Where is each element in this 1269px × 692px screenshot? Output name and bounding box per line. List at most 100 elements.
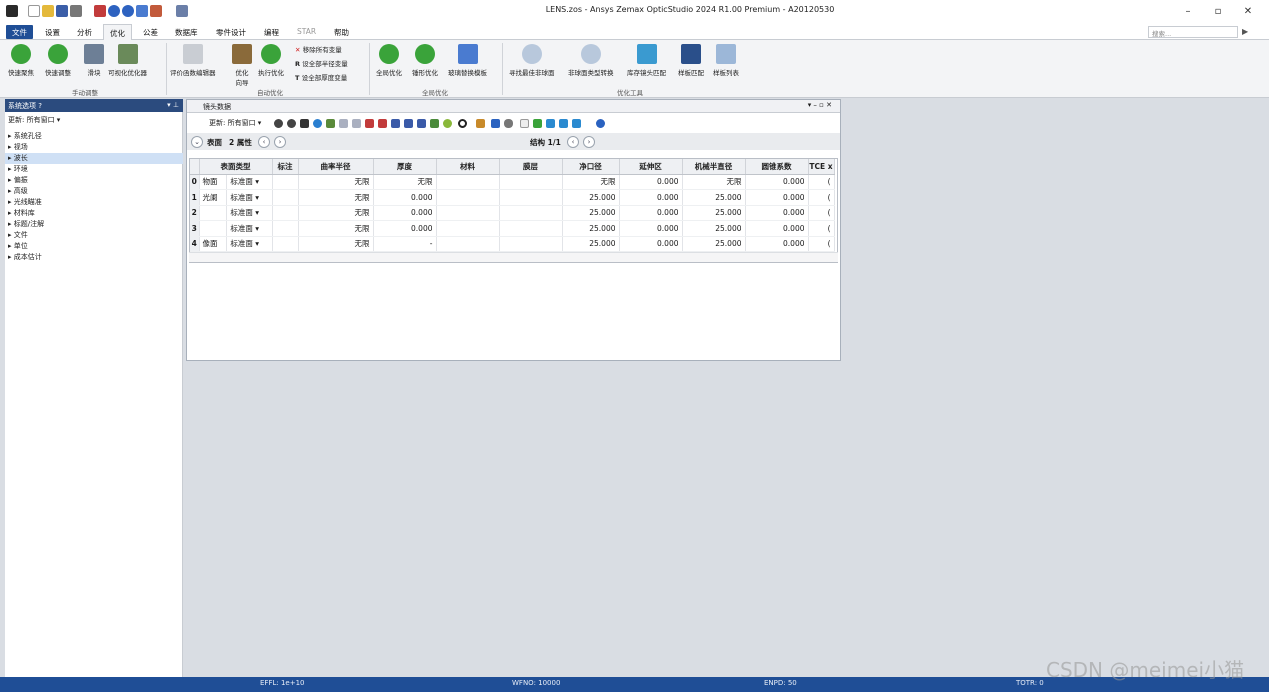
tree-item-files[interactable]: ▸ 文件 <box>5 230 183 241</box>
tree-item-polarization[interactable]: ▸ 偏振 <box>5 175 183 186</box>
col-conic[interactable]: 圆锥系数 <box>745 159 809 175</box>
arrow-icon[interactable] <box>559 119 568 128</box>
reload-icon[interactable] <box>274 119 283 128</box>
cell-coating[interactable] <box>499 189 563 206</box>
reload-all-icon[interactable] <box>287 119 296 128</box>
menu-file[interactable]: 文件 <box>6 25 33 39</box>
tree-item-units[interactable]: ▸ 单位 <box>5 241 183 252</box>
search-input[interactable]: 搜索... <box>1148 26 1238 38</box>
find-asphere-button[interactable]: 寻找最佳非球面 <box>509 44 555 77</box>
tree-item-cost[interactable]: ▸ 成本估计 <box>5 252 183 263</box>
menu-tolerance[interactable]: 公差 <box>143 27 158 38</box>
help-icon[interactable] <box>596 119 605 128</box>
cell-comment[interactable] <box>272 189 299 206</box>
report-icon[interactable] <box>94 5 106 17</box>
cell-surface-name[interactable] <box>199 220 228 237</box>
opt-wizard-button[interactable]: 优化 向导 <box>232 44 252 87</box>
cell-surface-name[interactable]: 光阑 <box>199 189 228 206</box>
undo-icon[interactable] <box>108 5 120 17</box>
page-icon[interactable] <box>520 119 529 128</box>
cell-conic[interactable]: 0.000 <box>745 236 809 252</box>
execute-opt-button[interactable]: 执行优化 <box>258 44 284 77</box>
print-icon[interactable] <box>70 5 82 17</box>
cell-chip-zone[interactable]: 0.000 <box>619 220 683 237</box>
tool-icon[interactable] <box>417 119 426 128</box>
tree-item-ray-aiming[interactable]: ▸ 光线瞄准 <box>5 197 183 208</box>
cell-clear-semi-dia[interactable]: 无限 <box>562 174 620 190</box>
visual-optimizer-button[interactable]: 可视化优化器 <box>108 44 147 77</box>
minimize-button[interactable]: – <box>1178 6 1198 20</box>
new-file-icon[interactable] <box>28 5 40 17</box>
merit-editor-button[interactable]: 评价函数编辑器 <box>170 44 216 77</box>
cell-mech-semi-dia[interactable]: 25.000 <box>682 220 746 237</box>
table-row[interactable]: 3 标准面 ▾ 无限 0.000 25.000 0.000 25.000 0.0… <box>190 220 835 237</box>
config-next-icon[interactable]: › <box>583 136 595 148</box>
menu-optimize[interactable]: 优化 <box>103 24 132 40</box>
save-icon[interactable] <box>56 5 68 17</box>
table-row[interactable]: 1 光阑 标准面 ▾ 无限 0.000 25.000 0.000 25.000 … <box>190 189 835 206</box>
global-opt-button[interactable]: 全局优化 <box>376 44 402 77</box>
tree-item-wavelength[interactable]: ▸ 波长 <box>5 153 183 164</box>
cell-radius[interactable]: 无限 <box>298 236 374 252</box>
cell-clear-semi-dia[interactable]: 25.000 <box>562 189 620 206</box>
arrow-right-icon[interactable] <box>572 119 581 128</box>
tree-item-material[interactable]: ▸ 材料库 <box>5 208 183 219</box>
ray-icon[interactable] <box>352 119 361 128</box>
arrow-icon[interactable] <box>546 119 555 128</box>
prev-icon[interactable]: ‹ <box>258 136 270 148</box>
col-coating[interactable]: 膜层 <box>499 159 563 175</box>
cell-conic[interactable]: 0.000 <box>745 220 809 237</box>
cell-mech-semi-dia[interactable]: 25.000 <box>682 236 746 252</box>
cell-surface-type[interactable]: 标准面 ▾ <box>226 205 273 221</box>
menu-programming[interactable]: 编程 <box>264 27 279 38</box>
col-radius[interactable]: 曲率半径 <box>298 159 374 175</box>
cell-comment[interactable] <box>272 205 299 221</box>
next-icon[interactable]: › <box>274 136 286 148</box>
cell-tce[interactable]: ( <box>808 236 835 252</box>
edit-icon[interactable] <box>476 119 485 128</box>
tool-icon[interactable] <box>533 119 542 128</box>
tree-item-advanced[interactable]: ▸ 高级 <box>5 186 183 197</box>
config-prev-icon[interactable]: ‹ <box>567 136 579 148</box>
table-row[interactable]: 4 像面 标准面 ▾ 无限 - 25.000 0.000 25.000 0.00… <box>190 236 835 252</box>
ray-icon[interactable] <box>339 119 348 128</box>
table-row[interactable]: 2 标准面 ▾ 无限 0.000 25.000 0.000 25.000 0.0… <box>190 205 835 221</box>
hammer-opt-button[interactable]: 锤形优化 <box>412 44 438 77</box>
glass-sub-button[interactable]: 玻璃替换模板 <box>448 44 487 77</box>
cell-thickness[interactable]: 0.000 <box>373 189 437 206</box>
aperture-icon[interactable] <box>458 119 467 128</box>
tree-item-title-notes[interactable]: ▸ 标题/注解 <box>5 219 183 230</box>
cell-mech-semi-dia[interactable]: 25.000 <box>682 189 746 206</box>
cell-surface-type[interactable]: 标准面 ▾ <box>226 236 273 252</box>
remove-vars-button[interactable]: ✕ 移除所有变量 <box>295 44 342 54</box>
col-comment[interactable]: 标注 <box>272 159 299 175</box>
set-radius-vars-button[interactable]: R 设全部半径变量 <box>295 58 348 68</box>
cell-coating[interactable] <box>499 236 563 252</box>
cell-surface-type[interactable]: 标准面 ▾ <box>226 220 273 237</box>
tool-icon[interactable] <box>430 119 439 128</box>
set-thick-vars-button[interactable]: T 设全部厚度变量 <box>295 72 347 82</box>
test-plate-list-button[interactable]: 样板列表 <box>713 44 739 77</box>
layout-icon[interactable] <box>326 119 335 128</box>
tool-icon[interactable] <box>443 119 452 128</box>
col-chip-zone[interactable]: 延伸区 <box>619 159 683 175</box>
redo-icon[interactable] <box>122 5 134 17</box>
cell-surface-name[interactable]: 物面 <box>199 174 228 190</box>
col-mech-semi-dia[interactable]: 机械半直径 <box>682 159 746 175</box>
update-selector[interactable]: 更新: 所有窗口 ▾ <box>8 115 60 125</box>
cell-radius[interactable]: 无限 <box>298 189 374 206</box>
stock-lens-button[interactable]: 库存镜头匹配 <box>627 44 666 77</box>
solve-icon[interactable] <box>378 119 387 128</box>
cell-material[interactable] <box>436 174 500 190</box>
cell-clear-semi-dia[interactable]: 25.000 <box>562 220 620 237</box>
cell-thickness[interactable]: 0.000 <box>373 220 437 237</box>
tool-icon[interactable] <box>391 119 400 128</box>
cell-material[interactable] <box>436 220 500 237</box>
toggle-icon[interactable] <box>504 119 513 128</box>
play-icon[interactable]: ▶ <box>1242 27 1250 37</box>
cell-thickness[interactable]: 无限 <box>373 174 437 190</box>
cell-radius[interactable]: 无限 <box>298 205 374 221</box>
cell-thickness[interactable]: - <box>373 236 437 252</box>
horizontal-scrollbar[interactable] <box>189 252 838 262</box>
asphere-conv-button[interactable]: 非球面类型转换 <box>568 44 614 77</box>
